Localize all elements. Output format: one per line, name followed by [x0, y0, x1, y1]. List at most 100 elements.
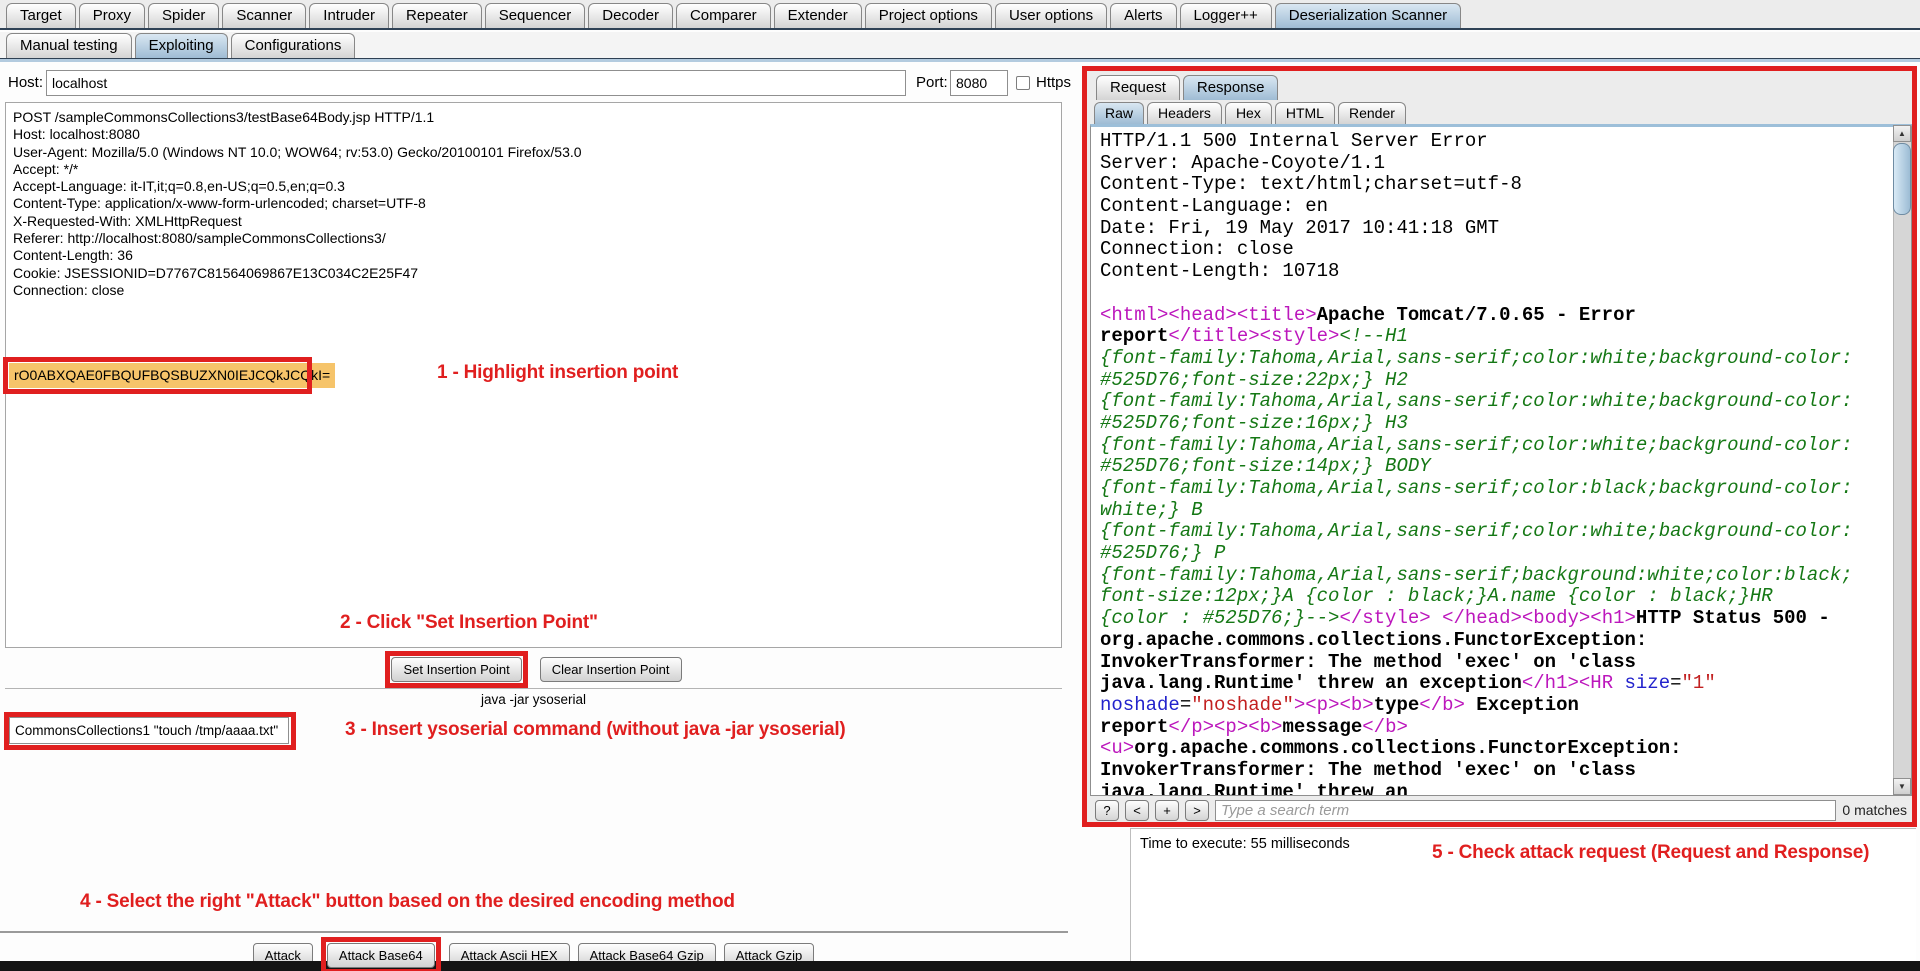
search-prev-button[interactable]: <: [1125, 800, 1149, 821]
annotation-step3: 3 - Insert ysoserial command (without ja…: [345, 719, 846, 741]
response-line: {font-family:Tahoma,Arial,sans-serif;bac…: [1100, 565, 1885, 587]
tab-user-options[interactable]: User options: [995, 3, 1107, 28]
annotation-box-step4: Attack Base64: [321, 937, 441, 971]
tab-headers[interactable]: Headers: [1147, 102, 1222, 124]
tab-project-options[interactable]: Project options: [865, 3, 992, 28]
tab-html[interactable]: HTML: [1275, 102, 1335, 124]
response-line: HTTP/1.1 500 Internal Server Error: [1100, 131, 1885, 153]
host-label: Host:: [8, 74, 43, 91]
response-line: Date: Fri, 19 May 2017 10:41:18 GMT: [1100, 218, 1885, 240]
annotation-box-step2: Set Insertion Point: [385, 651, 527, 688]
response-line: {font-family:Tahoma,Arial,sans-serif;col…: [1100, 521, 1885, 543]
scrollbar-track[interactable]: [1893, 125, 1911, 795]
response-viewer[interactable]: HTTP/1.1 500 Internal Server ErrorServer…: [1090, 124, 1912, 796]
tab-decoder[interactable]: Decoder: [588, 3, 673, 28]
tab-request[interactable]: Request: [1096, 75, 1180, 100]
response-line: InvokerTransformer: The method 'exec' on…: [1100, 760, 1885, 782]
response-line: report</p><p><b>message</b>: [1100, 717, 1885, 739]
tab-raw[interactable]: Raw: [1094, 102, 1144, 124]
response-line: Server: Apache-Coyote/1.1: [1100, 153, 1885, 175]
search-buttons: ? < + >: [1095, 800, 1209, 821]
response-line: <u>org.apache.commons.collections.Functo…: [1100, 738, 1885, 760]
request-header-line: Accept: */*: [13, 161, 1061, 178]
response-line: #525D76;font-size:14px;} BODY: [1100, 456, 1885, 478]
annotation-step5: 5 - Check attack request (Request and Re…: [1432, 842, 1869, 864]
response-line: {font-family:Tahoma,Arial,sans-serif;col…: [1100, 348, 1885, 370]
https-label: Https: [1036, 74, 1071, 91]
response-line: Content-Type: text/html;charset=utf-8: [1100, 174, 1885, 196]
response-line: {font-family:Tahoma,Arial,sans-serif;col…: [1100, 435, 1885, 457]
tab-hex[interactable]: Hex: [1225, 102, 1272, 124]
tab-render[interactable]: Render: [1338, 102, 1406, 124]
request-header-line: Content-Type: application/x-www-form-url…: [13, 195, 1061, 212]
tab-sequencer[interactable]: Sequencer: [485, 3, 586, 28]
attack-base64-button[interactable]: Attack Base64: [327, 943, 435, 968]
response-text: HTTP/1.1 500 Internal Server ErrorServer…: [1091, 127, 1911, 796]
response-line: {color : #525D76;}--></style> </head><bo…: [1100, 608, 1885, 630]
tab-exploiting[interactable]: Exploiting: [135, 33, 228, 58]
insertion-point-highlight[interactable]: rO0ABXQAE0FBQUFBQSBUZXN0IEJCQkJCQkI=: [9, 363, 335, 388]
port-label: Port:: [916, 74, 948, 91]
response-line: org.apache.commons.collections.FunctorEx…: [1100, 630, 1885, 652]
tab-proxy[interactable]: Proxy: [79, 3, 145, 28]
time-to-execute: Time to execute: 55 milliseconds: [1140, 836, 1350, 852]
response-search-bar: ?<+> 0 matches: [1090, 797, 1912, 823]
tab-deserialization-scanner[interactable]: Deserialization Scanner: [1275, 3, 1461, 28]
response-line: white;} B: [1100, 500, 1885, 522]
tab-intruder[interactable]: Intruder: [309, 3, 389, 28]
response-line: noshade="noshade"><p><b>type</b> Excepti…: [1100, 695, 1885, 717]
tab-configurations[interactable]: Configurations: [231, 33, 356, 58]
search-help-button[interactable]: ?: [1095, 800, 1119, 821]
tab-target[interactable]: Target: [6, 3, 76, 28]
message-tab-bar: RequestResponse: [1096, 74, 1281, 100]
tab-extender[interactable]: Extender: [774, 3, 862, 28]
insertion-button-row: Set Insertion Point Clear Insertion Poin…: [5, 651, 1062, 688]
response-line: report</title><style><!--H1: [1100, 326, 1885, 348]
response-line: java.lang.Runtime' threw an exception</h…: [1100, 673, 1885, 695]
response-line: InvokerTransformer: The method 'exec' on…: [1100, 652, 1885, 674]
tab-alerts[interactable]: Alerts: [1110, 3, 1176, 28]
response-line: #525D76;font-size:22px;} H2: [1100, 370, 1885, 392]
tab-response[interactable]: Response: [1183, 75, 1279, 100]
module-tab-bar: Manual testingExploitingConfigurations: [0, 32, 1920, 58]
scroll-down-icon[interactable]: ▼: [1893, 778, 1911, 795]
host-input[interactable]: [46, 70, 906, 96]
tab-spider[interactable]: Spider: [148, 3, 219, 28]
tab-scanner[interactable]: Scanner: [222, 3, 306, 28]
annotation-step2: 2 - Click "Set Insertion Point": [340, 612, 598, 634]
search-add-button[interactable]: +: [1155, 800, 1179, 821]
response-line: Content-Language: en: [1100, 196, 1885, 218]
request-header-line: Accept-Language: it-IT,it;q=0.8,en-US;q=…: [13, 178, 1061, 195]
port-input[interactable]: [950, 70, 1008, 96]
request-header-line: X-Requested-With: XMLHttpRequest: [13, 213, 1061, 230]
tab-repeater[interactable]: Repeater: [392, 3, 482, 28]
response-line: java.lang.Runtime' threw an: [1100, 782, 1885, 796]
request-header-line: Host: localhost:8080: [13, 126, 1061, 143]
divider: [0, 931, 1068, 933]
request-headers: POST /sampleCommonsCollections3/testBase…: [6, 103, 1061, 299]
response-line: Content-Length: 10718: [1100, 261, 1885, 283]
response-line: #525D76;} P: [1100, 543, 1885, 565]
ysoserial-panel-title: java -jar ysoserial: [5, 692, 1062, 707]
search-next-button[interactable]: >: [1185, 800, 1209, 821]
ysoserial-command-input[interactable]: [9, 717, 289, 744]
tab-logger[interactable]: Logger++: [1180, 3, 1272, 28]
search-input[interactable]: [1215, 800, 1836, 821]
request-header-line: POST /sampleCommonsCollections3/testBase…: [13, 109, 1061, 126]
set-insertion-point-button[interactable]: Set Insertion Point: [391, 657, 521, 682]
request-header-line: Cookie: JSESSIONID=D7767C81564069867E13C…: [13, 265, 1061, 282]
response-line: [1100, 283, 1885, 305]
response-line: Connection: close: [1100, 239, 1885, 261]
tab-comparer[interactable]: Comparer: [676, 3, 771, 28]
scrollbar-thumb[interactable]: [1893, 143, 1911, 215]
view-tab-bar: RawHeadersHexHTMLRender: [1094, 101, 1409, 124]
request-header-line: Content-Length: 36: [13, 247, 1061, 264]
https-checkbox[interactable]: [1016, 76, 1030, 90]
tab-manual-testing[interactable]: Manual testing: [6, 33, 132, 58]
clear-insertion-point-button[interactable]: Clear Insertion Point: [540, 657, 682, 682]
burp-tab-bar: TargetProxySpiderScannerIntruderRepeater…: [0, 0, 1920, 30]
request-header-line: Referer: http://localhost:8080/sampleCom…: [13, 230, 1061, 247]
taskbar-strip: [0, 961, 1920, 971]
response-line: <html><head><title>Apache Tomcat/7.0.65 …: [1100, 305, 1885, 327]
scroll-up-icon[interactable]: ▲: [1893, 125, 1911, 142]
